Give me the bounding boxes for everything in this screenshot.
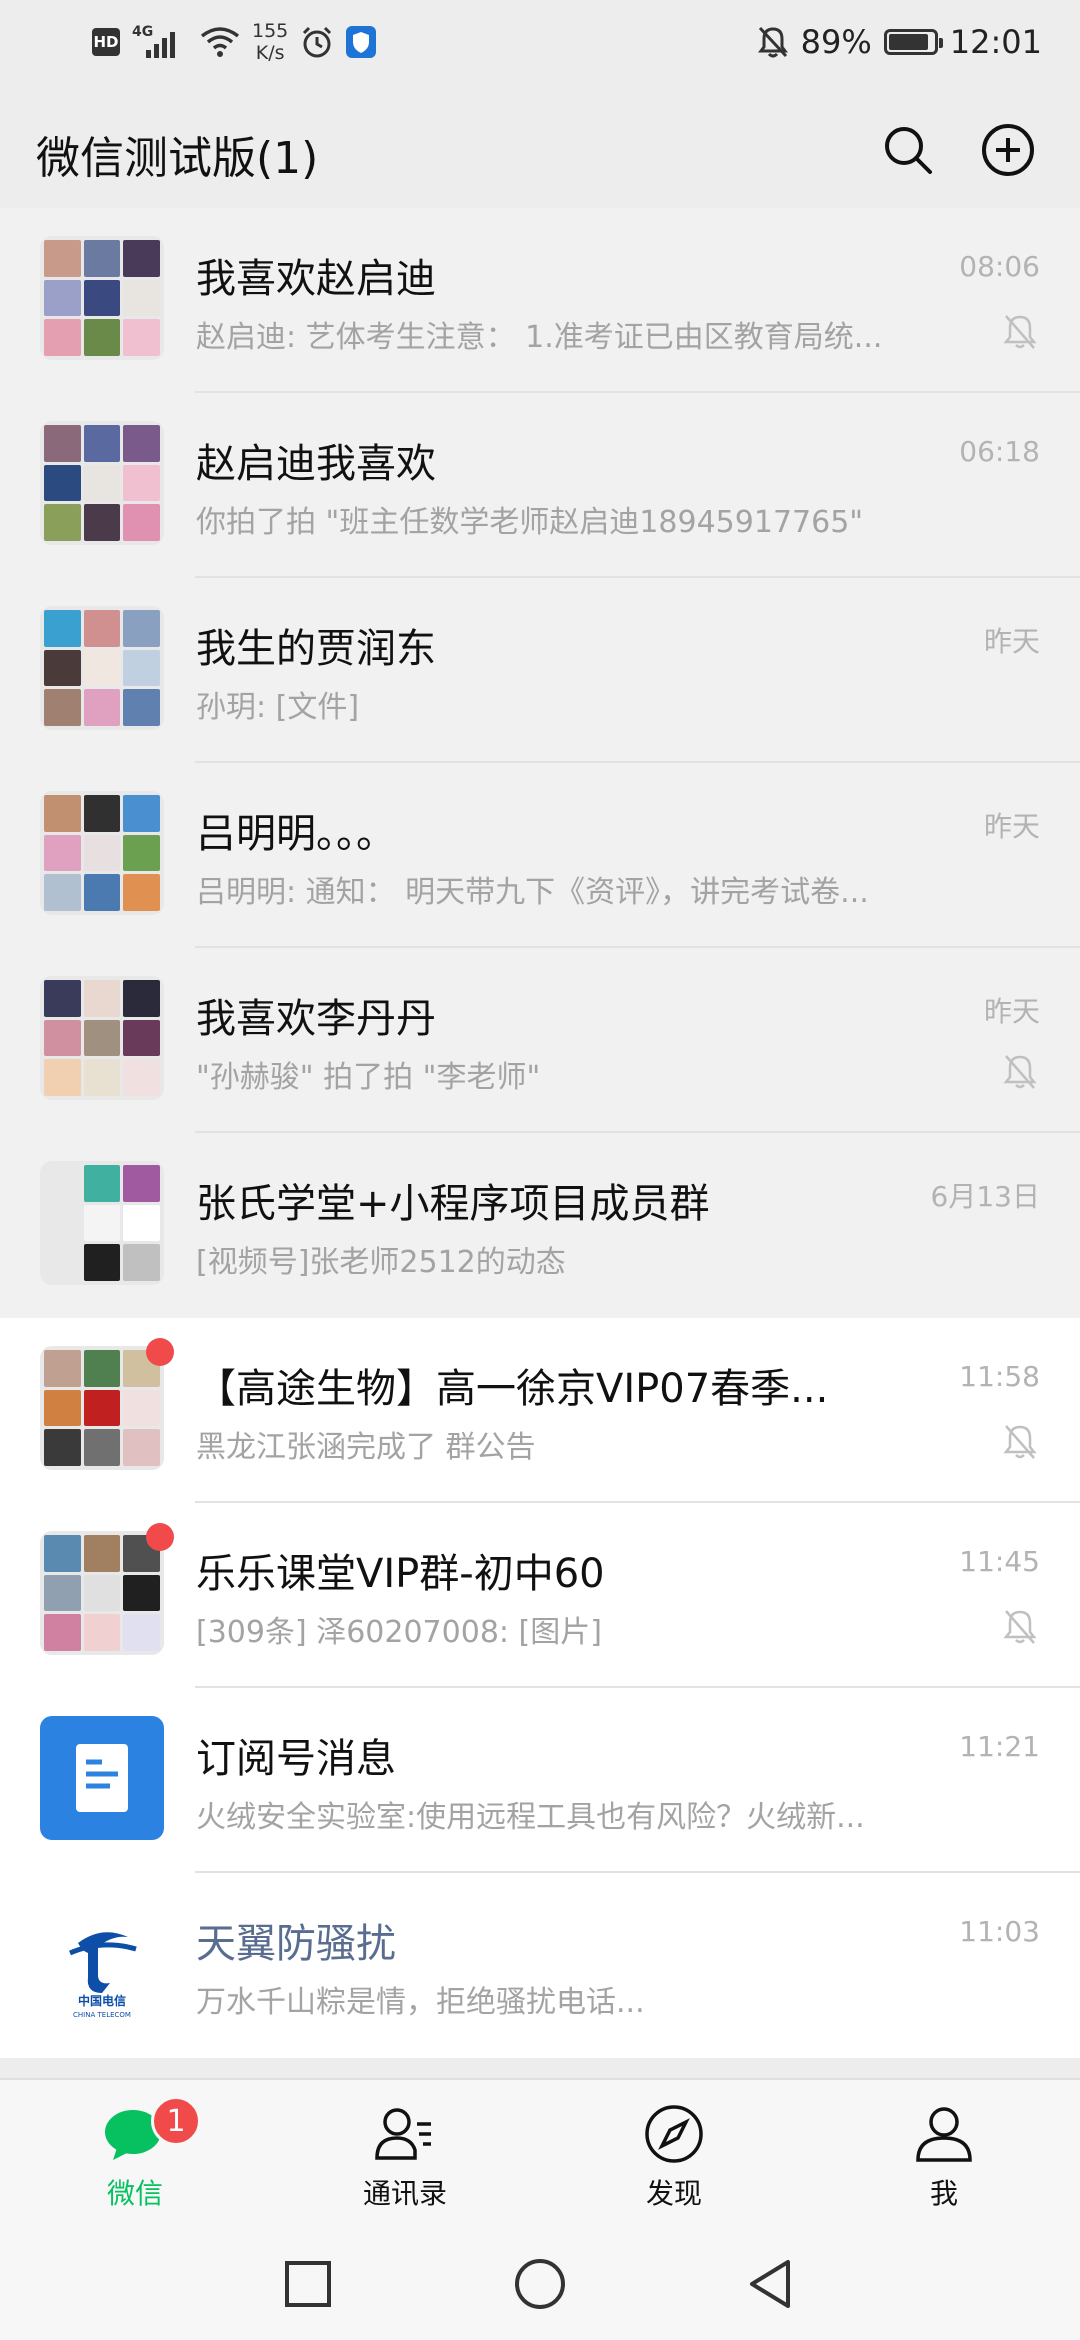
mute-icon	[1003, 1425, 1037, 1459]
chat-avatar	[40, 236, 164, 360]
china-telecom-logo: 中国电信 CHINA TELECOM	[40, 1901, 164, 2025]
back-icon[interactable]	[742, 2254, 802, 2314]
battery-icon	[883, 29, 943, 55]
chat-avatar	[40, 791, 164, 915]
alarm-icon	[303, 26, 332, 58]
chat-preview: 万水千山粽是情，拒绝骚扰电话...	[196, 1985, 645, 2020]
signal-icon: 4G	[132, 24, 188, 60]
add-circle-icon[interactable]	[978, 120, 1038, 180]
chat-avatar	[40, 1346, 164, 1470]
chat-preview: "孙赫骏" 拍了拍 "李老师"	[196, 1060, 541, 1095]
chat-name: 我喜欢赵启迪	[196, 256, 436, 302]
chat-list: 我喜欢赵启迪赵启迪: 艺体考生注意： 1.准考证已由区教育局统... 08:06 赵…	[0, 208, 1080, 2058]
status-right: 89% 12:01	[757, 20, 1042, 64]
chat-avatar	[40, 1531, 164, 1655]
chat-preview: 吕明明: 通知： 明天带九下《资评》，讲完考试卷...	[196, 875, 869, 910]
chat-avatar	[40, 606, 164, 730]
speed-value: 155	[252, 20, 289, 42]
page-title: 微信测试版(1)	[36, 133, 319, 184]
subscription-icon	[40, 1716, 164, 1840]
chat-time: 11:03	[959, 1915, 1040, 1948]
system-nav-bar	[0, 2226, 1080, 2340]
chat-row[interactable]: 我生的贾润东孙玥: [文件] 昨天	[0, 578, 1080, 763]
svg-text:中国电信: 中国电信	[78, 1993, 126, 2008]
home-icon[interactable]	[510, 2254, 570, 2314]
chat-preview: 赵启迪: 艺体考生注意： 1.准考证已由区教育局统...	[196, 320, 883, 355]
chat-name: 我喜欢李丹丹	[196, 996, 436, 1042]
chat-preview: 黑龙江张涵完成了 群公告	[196, 1430, 536, 1465]
chat-name: 乐乐课堂VIP群-初中60	[196, 1551, 605, 1597]
chat-preview: 孙玥: [文件]	[196, 690, 360, 725]
chat-row[interactable]: 中国电信 CHINA TELECOM 天翼防骚扰万水千山粽是情，拒绝骚扰电话... 1…	[0, 1873, 1080, 2058]
unread-dot	[146, 1338, 174, 1366]
network-speed: 155 K/s	[252, 20, 288, 64]
mute-icon	[1003, 1610, 1037, 1644]
hd-icon: HD	[92, 28, 120, 56]
mute-icon	[1003, 1055, 1037, 1089]
tab-label: 通讯录	[362, 2177, 447, 2210]
battery-percent: 89%	[800, 23, 872, 61]
chat-time: 昨天	[983, 810, 1040, 843]
tab-me[interactable]: 我	[864, 2080, 1024, 2228]
chat-bubble-icon: 1	[103, 2096, 201, 2166]
compass-icon	[642, 2102, 706, 2166]
chat-preview: 你拍了拍 "班主任数学老师赵启迪18945917765"	[196, 505, 864, 540]
speed-unit: K/s	[255, 42, 285, 64]
app-header: 微信测试版(1)	[0, 84, 1080, 208]
mute-bell-icon	[757, 26, 788, 58]
chat-preview: 火绒安全实验室:使用远程工具也有风险？火绒新...	[196, 1800, 865, 1835]
chat-row[interactable]: 赵启迪我喜欢你拍了拍 "班主任数学老师赵启迪18945917765" 06:18	[0, 393, 1080, 578]
status-bar: HD 4G 155 K/s 89% 12:01	[0, 0, 1080, 84]
wifi-icon	[200, 27, 240, 57]
tab-bar: 1 微信 通讯录 发现 我	[0, 2078, 1080, 2226]
shield-icon	[346, 26, 377, 58]
chat-avatar	[40, 976, 164, 1100]
tab-label: 发现	[645, 2177, 702, 2210]
chat-name: 张氏学堂+小程序项目成员群	[196, 1181, 710, 1227]
chat-name: 订阅号消息	[196, 1736, 396, 1782]
person-icon	[912, 2102, 976, 2166]
chat-preview: [视频号]张老师2512的动态	[196, 1245, 566, 1280]
chat-time: 昨天	[983, 995, 1040, 1028]
recent-apps-icon[interactable]	[278, 2254, 338, 2314]
svg-text:CHINA TELECOM: CHINA TELECOM	[73, 2011, 131, 2019]
chat-preview: [309条] 泽60207008: [图片]	[196, 1615, 602, 1650]
chat-avatar	[40, 421, 164, 545]
chat-row[interactable]: 乐乐课堂VIP群-初中60 [309条] 泽60207008: [图片] 11:45	[0, 1503, 1080, 1688]
chat-name: 我生的贾润东	[196, 626, 436, 672]
chat-name: 天翼防骚扰	[196, 1921, 396, 1967]
chat-row[interactable]: 我喜欢赵启迪赵启迪: 艺体考生注意： 1.准考证已由区教育局统... 08:06	[0, 208, 1080, 393]
contacts-icon	[373, 2102, 437, 2166]
tab-discover[interactable]: 发现	[594, 2080, 754, 2228]
chat-row[interactable]: 吕明明。。。吕明明: 通知： 明天带九下《资评》，讲完考试卷... 昨天	[0, 763, 1080, 948]
chat-row[interactable]: 我喜欢李丹丹 "孙赫骏" 拍了拍 "李老师" 昨天	[0, 948, 1080, 1133]
status-left: HD 4G 155 K/s	[92, 20, 377, 64]
search-icon[interactable]	[878, 120, 938, 180]
chat-time: 06:18	[959, 435, 1040, 468]
chat-name: 赵启迪我喜欢	[196, 441, 436, 487]
unread-badge: 1	[151, 2096, 201, 2146]
chat-row[interactable]: 订阅号消息火绒安全实验室:使用远程工具也有风险？火绒新... 11:21	[0, 1688, 1080, 1873]
tab-chats[interactable]: 1 微信	[55, 2080, 215, 2228]
chat-time: 6月13日	[930, 1180, 1040, 1213]
chat-time: 11:45	[959, 1545, 1040, 1578]
mute-icon	[1003, 315, 1037, 349]
chat-name: 【高途生物】高一徐京VIP07春季...	[196, 1366, 829, 1412]
chat-time: 昨天	[983, 625, 1040, 658]
chat-name: 吕明明。。。	[196, 811, 396, 857]
unread-dot	[146, 1523, 174, 1551]
chat-time: 08:06	[959, 250, 1040, 283]
chat-time: 11:21	[959, 1730, 1040, 1763]
tab-contacts[interactable]: 通讯录	[325, 2080, 485, 2228]
clock: 12:01	[949, 23, 1042, 61]
tab-label: 我	[929, 2177, 958, 2210]
tab-label: 微信	[106, 2177, 163, 2210]
chat-avatar	[40, 1161, 164, 1285]
chat-time: 11:58	[959, 1360, 1040, 1393]
chat-row[interactable]: 【高途生物】高一徐京VIP07春季... 黑龙江张涵完成了 群公告 11:58	[0, 1318, 1080, 1503]
chat-row[interactable]: 张氏学堂+小程序项目成员群 [视频号]张老师2512的动态 6月13日	[0, 1133, 1080, 1318]
